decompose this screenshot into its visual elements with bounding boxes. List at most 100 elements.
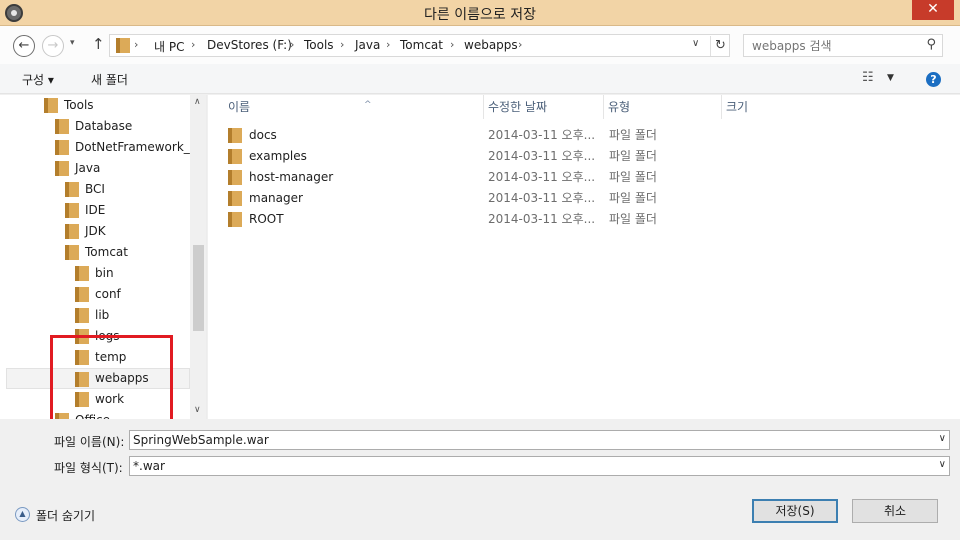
view-options-icon[interactable]: ☷ [862,70,874,85]
search-input[interactable] [744,35,916,56]
up-arrow-icon[interactable]: ↑ [92,35,105,53]
cancel-button[interactable]: 취소 [852,499,938,523]
sort-ascending-icon: ^ [364,100,372,110]
folder-icon [228,170,242,185]
tree-item-java[interactable]: Java [0,158,190,179]
help-icon[interactable]: ? [926,72,941,87]
organize-button[interactable]: 구성 ▾ [22,71,54,88]
file-type: 파일 폴더 [609,191,657,205]
column-header-date[interactable]: 수정한 날짜 [484,95,604,119]
tree-item-label: work [95,392,125,406]
tree-item-logs[interactable]: logs [0,326,190,347]
folder-icon [75,266,89,281]
filetype-select[interactable]: *.war ∨ [129,456,950,476]
tree-item-bin[interactable]: bin [0,263,190,284]
tree-item-tomcat[interactable]: Tomcat [0,242,190,263]
file-row[interactable]: examples 2014-03-11 오후... 파일 폴더 [208,146,668,167]
tree-item-work[interactable]: work [0,389,190,410]
tree-item-database[interactable]: Database [0,116,190,137]
forward-arrow-icon[interactable]: → [42,35,64,57]
file-name: host-manager [249,170,334,184]
search-box[interactable]: ⚲ [743,34,943,57]
breadcrumb-separator[interactable]: › [340,38,344,51]
tree-scrollbar[interactable]: ∧ ∨ [190,95,206,419]
scroll-up-icon[interactable]: ∧ [194,97,201,107]
file-row[interactable]: host-manager 2014-03-11 오후... 파일 폴더 [208,167,668,188]
scroll-down-icon[interactable]: ∨ [194,405,201,415]
breadcrumb-separator[interactable]: › [290,38,294,51]
tree-item-bci[interactable]: BCI [0,179,190,200]
tree-item-dotnetframework[interactable]: DotNetFramework_Di [0,137,202,158]
folder-icon [75,287,89,302]
search-icon[interactable]: ⚲ [926,37,936,52]
back-arrow-icon[interactable]: ← [13,35,35,57]
filename-label: 파일 이름(N): [54,435,125,449]
close-button[interactable]: ✕ [912,0,954,20]
address-dropdown-icon[interactable]: ∨ [692,38,699,49]
recent-locations-icon[interactable]: ▾ [70,38,75,48]
tree-item-webapps[interactable]: webapps [6,368,190,389]
chevron-down-icon[interactable]: ∨ [939,433,946,444]
file-date: 2014-03-11 오후... [488,212,596,226]
filename-value: SpringWebSample.war [133,433,269,447]
breadcrumb-devstores[interactable]: DevStores (F:) [207,38,292,52]
breadcrumb-tools[interactable]: Tools [304,38,334,52]
toolbar: 구성 ▾ 새 폴더 ☷ ▼ ? [0,64,960,94]
file-type: 파일 폴더 [609,170,657,184]
breadcrumb-separator[interactable]: › [386,38,390,51]
breadcrumb-separator[interactable]: › [134,38,138,51]
file-list: 이름 ^ 수정한 날짜 유형 크기 docs 2014-03-11 오후... … [208,95,960,419]
folder-icon [75,308,89,323]
breadcrumb-tomcat[interactable]: Tomcat [400,38,443,52]
tree-item-tools[interactable]: Tools [0,95,190,116]
breadcrumb-this-pc[interactable]: 내 PC [154,38,184,55]
tree-item-label: bin [95,266,114,280]
file-row[interactable]: ROOT 2014-03-11 오후... 파일 폴더 [208,209,668,230]
tree-item-label: IDE [85,203,106,217]
folder-icon [65,245,79,260]
tree-item-label: JDK [85,224,106,238]
column-header-name[interactable]: 이름 ^ [224,95,484,119]
folder-icon [75,350,89,365]
tree-item-conf[interactable]: conf [0,284,190,305]
breadcrumb-java[interactable]: Java [355,38,380,52]
new-folder-button[interactable]: 새 폴더 [91,71,128,88]
file-date: 2014-03-11 오후... [488,170,596,184]
filename-input[interactable]: SpringWebSample.war ∨ [129,430,950,450]
column-header-size[interactable]: 크기 [722,95,822,119]
save-button[interactable]: 저장(S) [752,499,838,523]
breadcrumb-separator[interactable]: › [518,38,522,51]
address-bar[interactable]: › 내 PC › DevStores (F:) › Tools › Java ›… [109,34,730,57]
folder-icon [65,224,79,239]
title-bar: 다른 이름으로 저장 ✕ [0,0,960,26]
breadcrumb-separator[interactable]: › [450,38,454,51]
tree-item-label: DotNetFramework_Di [75,140,203,154]
refresh-icon[interactable]: ↻ [710,36,730,56]
tree-item-office[interactable]: Office [0,410,190,419]
tree-item-temp[interactable]: temp [0,347,190,368]
file-row[interactable]: docs 2014-03-11 오후... 파일 폴더 [208,125,668,146]
file-name: manager [249,191,303,205]
chevron-down-icon[interactable]: ∨ [939,459,946,470]
tree-item-label: temp [95,350,127,364]
file-row[interactable]: manager 2014-03-11 오후... 파일 폴더 [208,188,668,209]
breadcrumb-webapps[interactable]: webapps [464,38,518,52]
tree-item-label: Tomcat [85,245,128,259]
breadcrumb-separator[interactable]: › [191,38,195,51]
view-dropdown-icon[interactable]: ▼ [887,73,894,83]
folder-icon [228,128,242,143]
column-header-label: 이름 [228,100,251,114]
folder-icon [55,140,69,155]
save-options-panel: 파일 이름(N): SpringWebSample.war ∨ 파일 형식(T)… [0,419,960,540]
folder-icon [116,38,130,53]
tree-item-lib[interactable]: lib [0,305,190,326]
file-name: ROOT [249,212,284,226]
column-header-type[interactable]: 유형 [604,95,722,119]
file-name: examples [249,149,307,163]
navigation-tree: Tools Database DotNetFramework_Di Java B… [0,95,207,419]
tree-item-ide[interactable]: IDE [0,200,190,221]
tree-item-jdk[interactable]: JDK [0,221,190,242]
tree-item-label: BCI [85,182,105,196]
filetype-label: 파일 형식(T): [54,461,123,475]
scrollbar-thumb[interactable] [193,245,204,331]
